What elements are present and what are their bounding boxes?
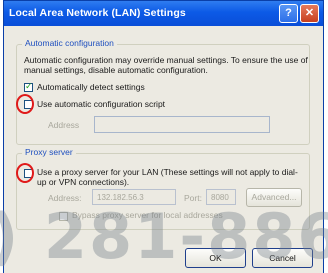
automatically-detect-label[interactable]: Automatically detect settings [37,82,145,92]
proxy-server-label: Proxy server [22,147,76,157]
script-address-field[interactable] [94,116,270,133]
title-bar: Local Area Network (LAN) Settings ? ✕ [4,1,323,26]
help-button[interactable]: ? [279,4,298,23]
automatic-script-label[interactable]: Use automatic configuration script [37,99,165,109]
automatically-detect-checkbox[interactable]: ✓ [24,83,33,92]
script-address-label: Address [48,120,80,130]
automatic-configuration-label: Automatic configuration [22,38,117,48]
use-proxy-label[interactable]: Use a proxy server for your LAN (These s… [37,167,299,187]
window-title: Local Area Network (LAN) Settings [9,7,186,19]
highlight-circle-script [16,94,34,114]
automatic-configuration-description: Automatic configuration may override man… [24,55,308,75]
close-button[interactable]: ✕ [300,4,319,23]
highlight-circle-proxy [16,163,34,183]
phone-watermark: ) 281-886 [0,200,328,273]
